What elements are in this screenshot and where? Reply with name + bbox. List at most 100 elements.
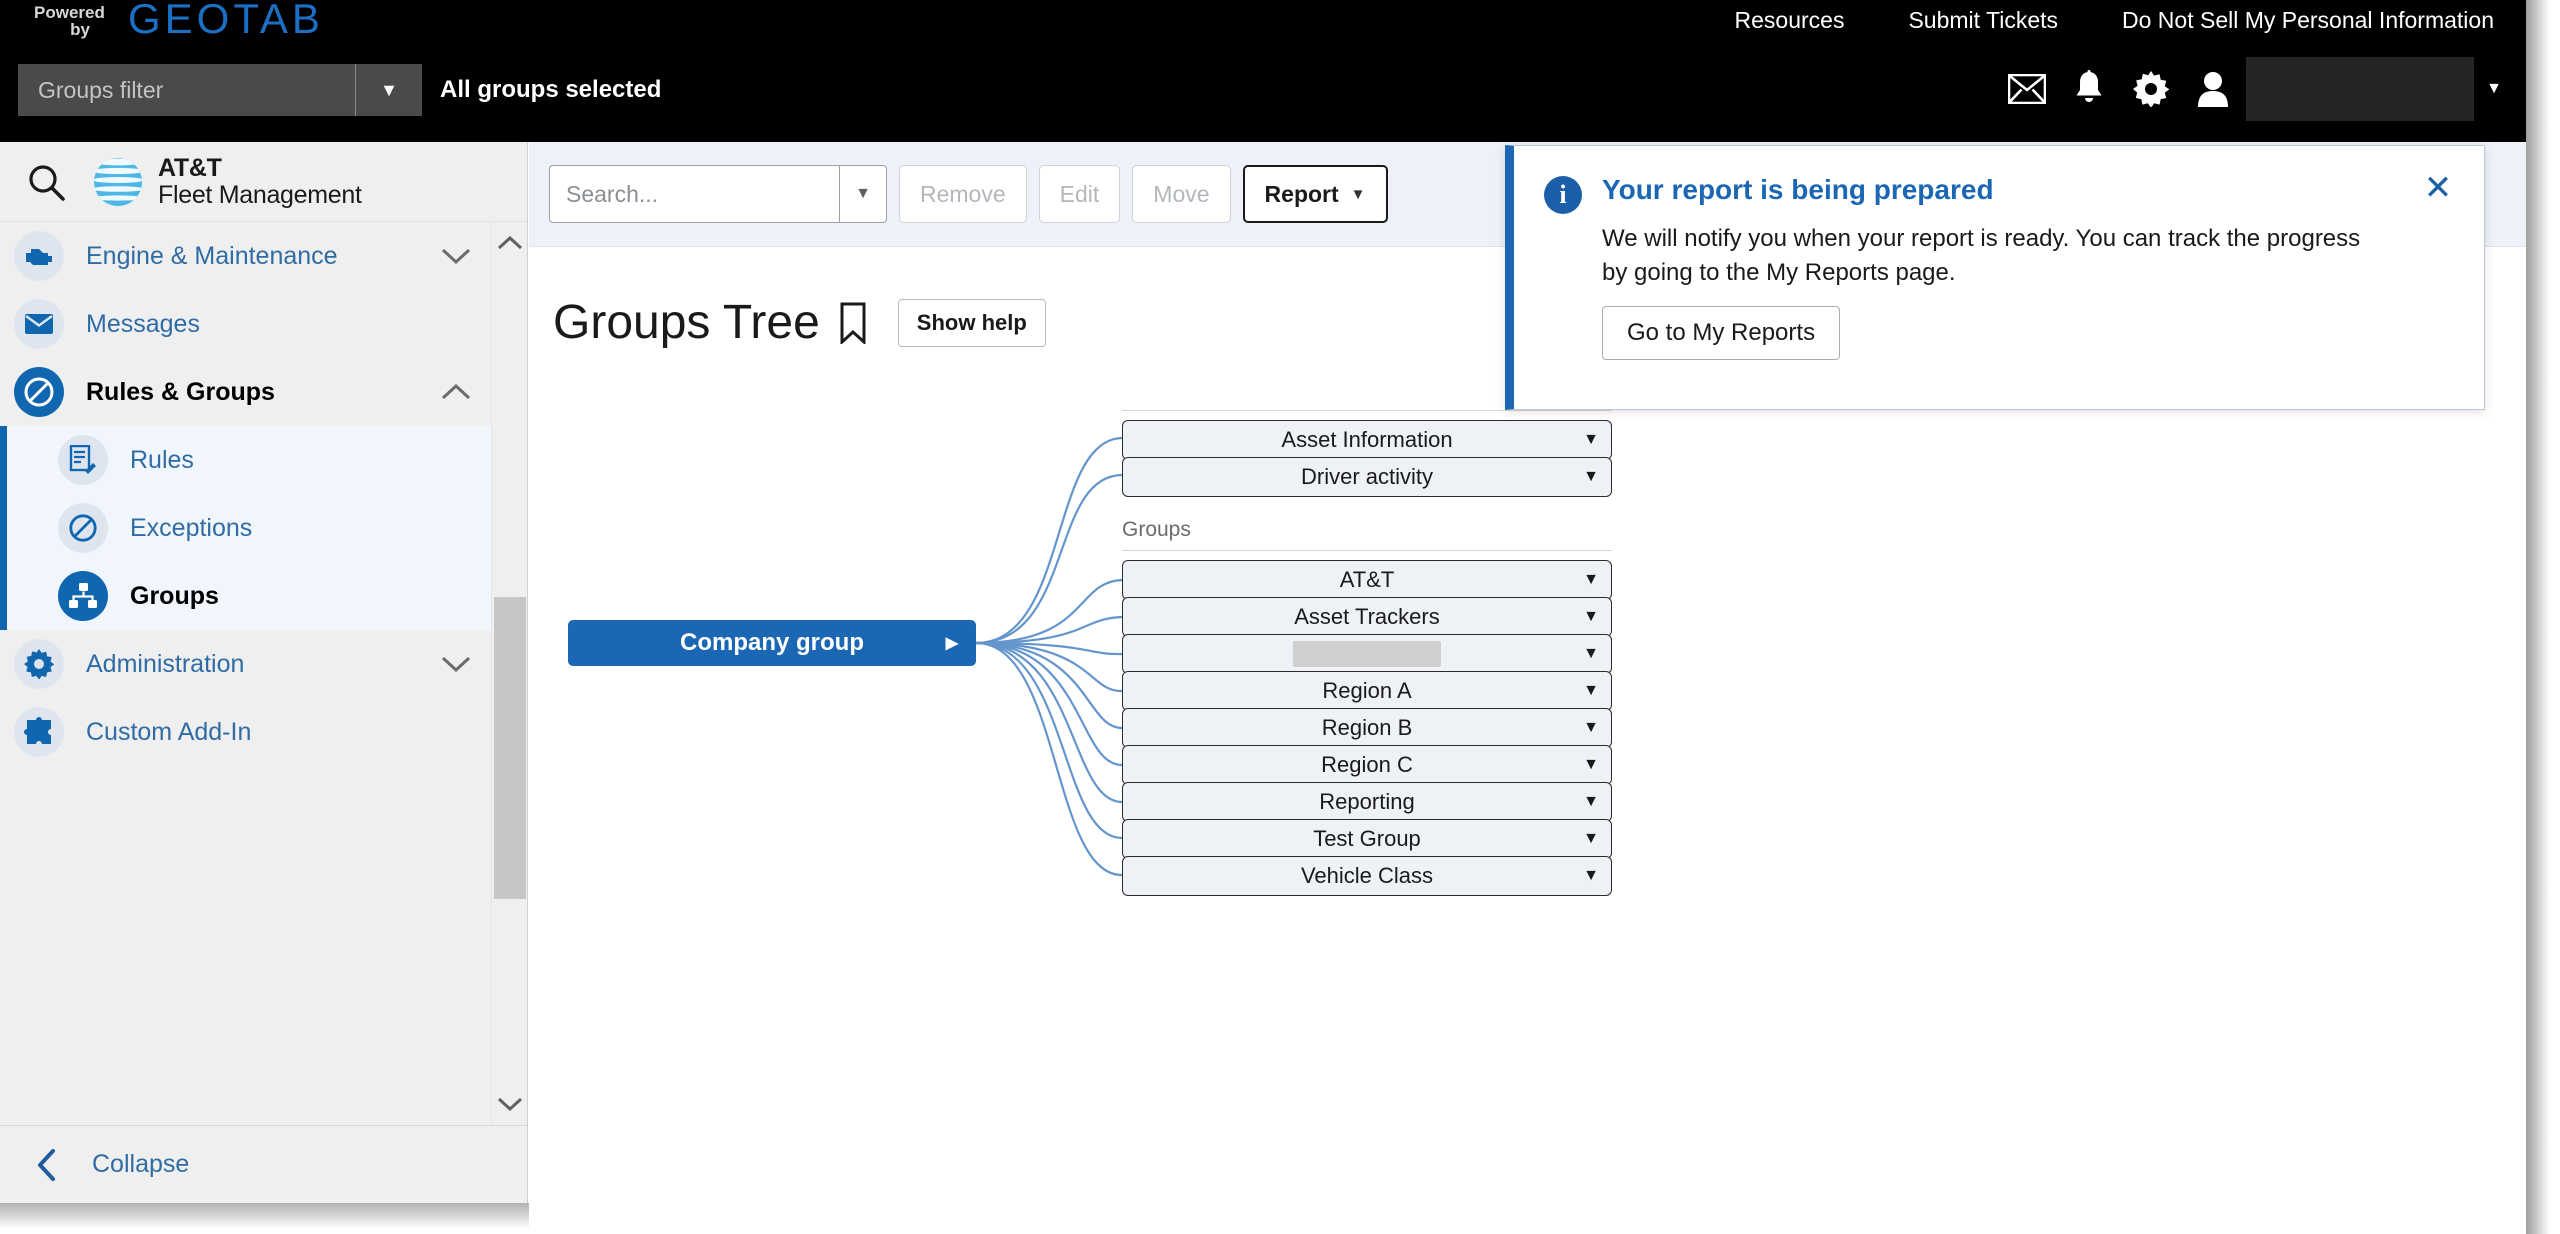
groups-icon	[58, 571, 108, 621]
sidebar-collapse-button[interactable]: Collapse	[0, 1125, 527, 1203]
tree-node-asset-information[interactable]: Asset Information ▼	[1122, 420, 1612, 460]
tree-node-label: Region C	[1321, 752, 1413, 777]
chevron-down-icon[interactable]: ▼	[1583, 867, 1599, 885]
chevron-down-icon[interactable]: ▼	[1583, 571, 1599, 589]
nav-link-do-not-sell[interactable]: Do Not Sell My Personal Information	[2090, 7, 2526, 34]
edit-button[interactable]: Edit	[1038, 165, 1121, 223]
tree-node-vehicle-class[interactable]: Vehicle Class ▼	[1122, 856, 1612, 896]
tree-root-label: Company group	[680, 629, 864, 656]
show-help-button[interactable]: Show help	[897, 298, 1046, 347]
tree-node-label: Test Group	[1313, 826, 1421, 851]
chevron-down-icon: ▼	[1350, 185, 1366, 203]
browser-viewport: Powered by GEOTAB Resources Submit Ticke…	[0, 0, 2526, 1234]
mail-icon[interactable]	[1996, 58, 2058, 120]
close-icon[interactable]: ✕	[2418, 168, 2458, 208]
sidebar-item-messages[interactable]: Messages	[0, 290, 527, 358]
tree-section-divider-groups	[1122, 550, 1612, 551]
tree-node-asset-trackers[interactable]: Asset Trackers ▼	[1122, 597, 1612, 637]
sidebar-item-groups[interactable]: Groups	[0, 562, 527, 630]
bell-icon[interactable]	[2058, 58, 2120, 120]
search-icon[interactable]	[0, 162, 92, 202]
att-product-name: AT&T Fleet Management	[158, 155, 362, 208]
puzzle-icon	[14, 707, 64, 757]
tree-node-att[interactable]: AT&T ▼	[1122, 560, 1612, 600]
search-group: Search... ▼	[549, 165, 887, 223]
chevron-down-icon[interactable]: ▼	[1583, 830, 1599, 848]
groups-tree-canvas: Asset Information ▼ Driver activity ▼ Gr…	[529, 398, 2526, 1234]
scrollbar-thumb[interactable]	[494, 597, 526, 899]
sidebar-item-administration[interactable]: Administration	[0, 630, 527, 698]
sidebar-item-rules-and-groups[interactable]: Rules & Groups	[0, 358, 527, 426]
tree-node-label: Region A	[1322, 678, 1412, 703]
chevron-down-icon[interactable]: ▼	[1583, 645, 1599, 663]
scroll-down-icon[interactable]	[492, 1083, 527, 1125]
go-to-my-reports-button[interactable]: Go to My Reports	[1602, 306, 1841, 360]
sidebar-item-engine-maintenance[interactable]: Engine & Maintenance	[0, 222, 527, 290]
sidebar-collapse-label: Collapse	[92, 1150, 190, 1178]
chevron-down-icon[interactable]: ▼	[1583, 608, 1599, 626]
att-fleet-logo: AT&T Fleet Management	[92, 155, 362, 208]
user-icon[interactable]	[2182, 58, 2244, 120]
tree-node-label: Asset Trackers	[1294, 604, 1440, 629]
topbar-nav: Resources Submit Tickets Do Not Sell My …	[1703, 3, 2526, 37]
sidebar-item-label: Messages	[86, 309, 200, 338]
tree-node-label: Driver activity	[1300, 464, 1433, 489]
expand-right-icon[interactable]: ▶	[946, 633, 958, 653]
tree-node-redacted[interactable]: ▼	[1122, 634, 1612, 674]
sidebar-scrollbar[interactable]	[491, 222, 527, 1125]
bookmark-icon[interactable]	[838, 302, 868, 344]
chevron-down-icon[interactable]: ▼	[1583, 468, 1599, 486]
powered-by-label: Powered by	[34, 4, 105, 38]
tree-node-reporting[interactable]: Reporting ▼	[1122, 782, 1612, 822]
chevron-down-icon[interactable]: ▼	[1583, 756, 1599, 774]
chevron-down-icon[interactable]: ▼	[1583, 719, 1599, 737]
sidebar-item-label: Engine & Maintenance	[86, 241, 338, 270]
nav-link-submit-tickets[interactable]: Submit Tickets	[1876, 7, 2090, 34]
chevron-down-icon[interactable]: ▼	[1583, 682, 1599, 700]
sidebar-item-exceptions[interactable]: Exceptions	[0, 494, 527, 562]
sidebar-item-label: Rules & Groups	[86, 377, 275, 406]
sidebar-item-rules[interactable]: Rules	[0, 426, 527, 494]
report-button-label: Report	[1264, 180, 1339, 207]
search-input[interactable]: Search...	[549, 165, 839, 223]
remove-button[interactable]: Remove	[899, 165, 1027, 223]
move-button[interactable]: Move	[1132, 165, 1231, 223]
sidebar-nav-scroll: Engine & Maintenance Messages Rules & Gr…	[0, 222, 527, 1125]
chevron-down-icon[interactable]	[441, 247, 471, 265]
sidebar-item-custom-add-in[interactable]: Custom Add-In	[0, 698, 527, 766]
chevron-left-icon	[0, 1148, 92, 1182]
chevron-down-icon[interactable]	[441, 655, 471, 673]
tree-node-region-c[interactable]: Region C ▼	[1122, 745, 1612, 785]
toast-body: We will notify you when your report is r…	[1602, 225, 2361, 286]
tree-node-label: Reporting	[1319, 789, 1415, 814]
tree-node-driver-activity[interactable]: Driver activity ▼	[1122, 457, 1612, 497]
groups-filter-dropdown[interactable]: Groups filter ▼	[18, 64, 422, 116]
chevron-up-icon[interactable]	[441, 383, 471, 401]
user-menu-chevron-down-icon[interactable]: ▼	[2474, 58, 2514, 120]
toast-title: Your report is being prepared	[1602, 174, 1994, 205]
sidebar-drop-shadow	[0, 1203, 529, 1229]
nav-link-resources[interactable]: Resources	[1703, 7, 1877, 34]
sidebar-item-label: Custom Add-In	[86, 717, 252, 746]
search-dropdown-chevron-down-icon[interactable]: ▼	[839, 165, 887, 223]
gear-icon[interactable]	[2120, 58, 2182, 120]
scroll-up-icon[interactable]	[492, 222, 527, 264]
gear-icon	[14, 639, 64, 689]
sidebar-item-label: Administration	[86, 649, 245, 678]
chevron-down-icon[interactable]: ▼	[356, 64, 422, 116]
sidebar-header: AT&T Fleet Management	[0, 142, 527, 222]
groups-filter-input[interactable]: Groups filter	[18, 64, 355, 116]
report-button[interactable]: Report ▼	[1242, 165, 1388, 223]
topbar-icon-group: ▼	[1996, 57, 2514, 121]
tree-root-node-company-group[interactable]: Company group ▶	[568, 620, 976, 666]
info-icon: i	[1544, 176, 1582, 214]
tree-node-region-a[interactable]: Region A ▼	[1122, 671, 1612, 711]
sidebar-item-label: Groups	[130, 581, 219, 610]
chevron-down-icon[interactable]: ▼	[1583, 793, 1599, 811]
chevron-down-icon[interactable]: ▼	[1583, 431, 1599, 449]
tree-node-region-b[interactable]: Region B ▼	[1122, 708, 1612, 748]
tree-node-label: Region B	[1321, 715, 1413, 740]
att-brand-line: AT&T	[158, 154, 222, 182]
tree-node-test-group[interactable]: Test Group ▼	[1122, 819, 1612, 859]
sidebar-item-label: Rules	[130, 445, 194, 474]
